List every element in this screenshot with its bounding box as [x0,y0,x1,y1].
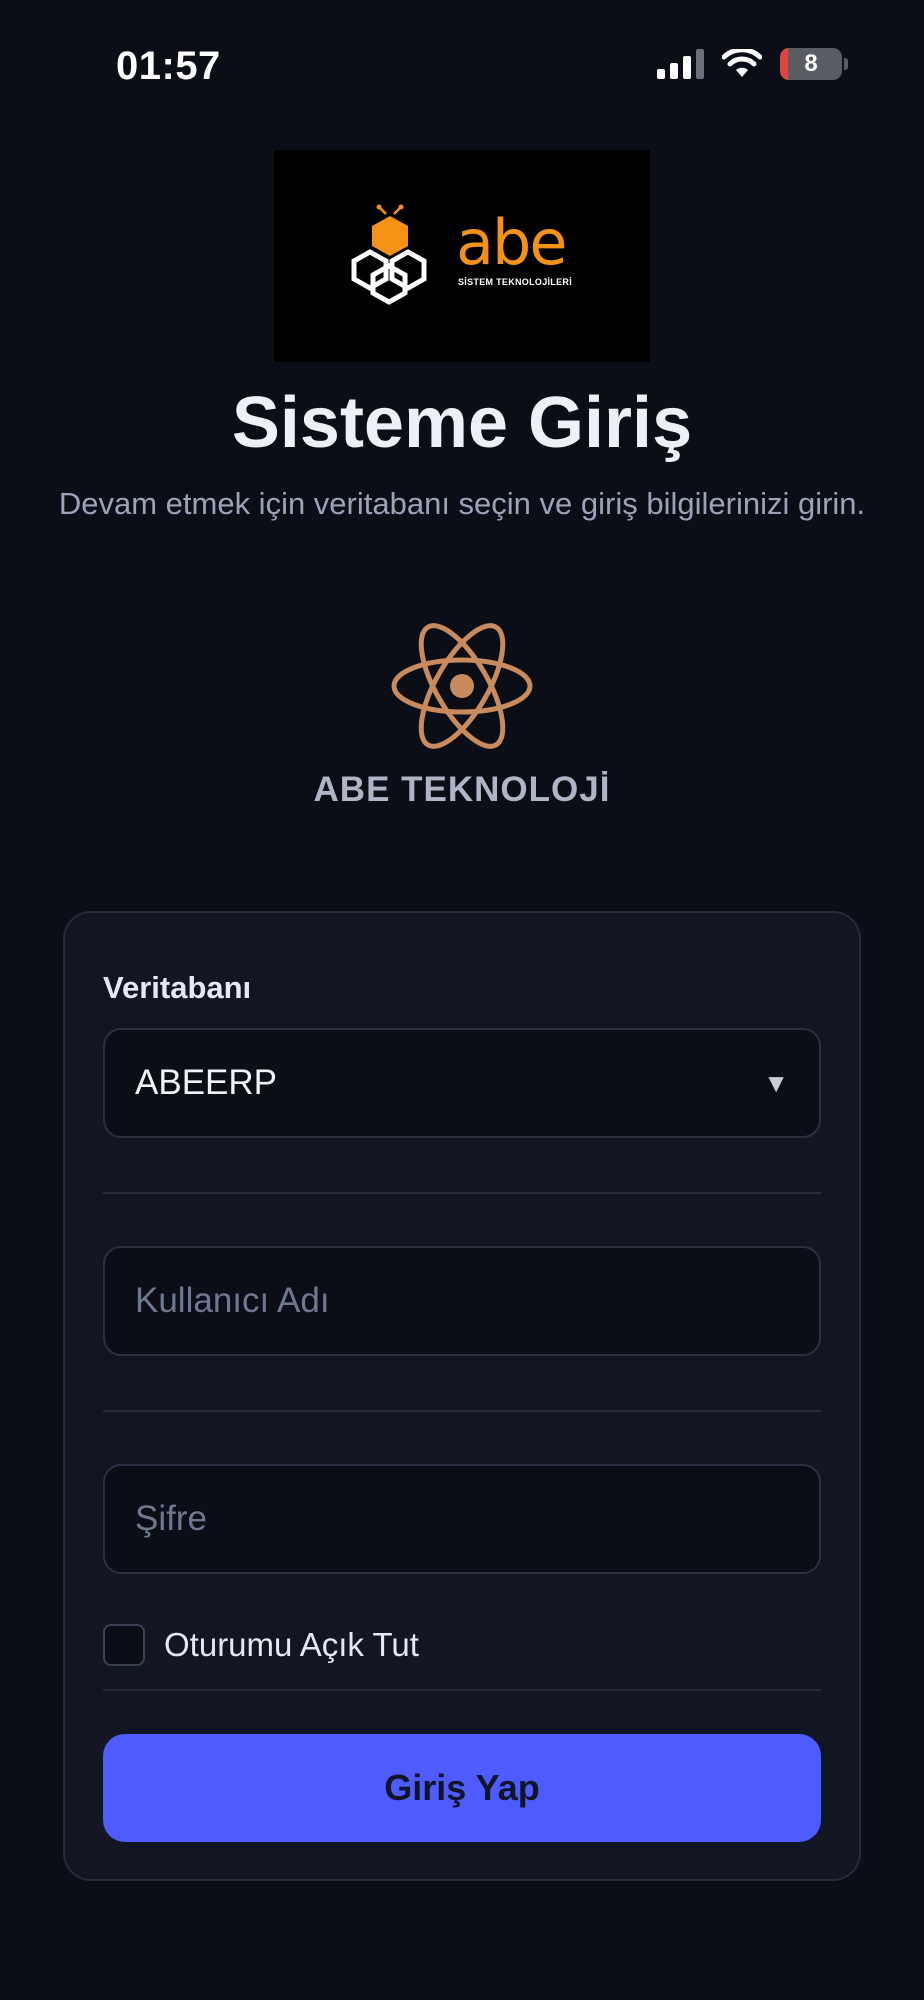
page-title: Sisteme Giriş [231,383,693,463]
remember-me-checkbox[interactable] [103,1624,145,1666]
brand-name: ABE TEKNOLOJİ [313,770,611,809]
status-time: 01:57 [116,44,221,88]
atom-icon [391,623,533,749]
dropdown-arrow-icon: ▼ [763,1067,789,1098]
logo-wordmark: abe [456,206,567,279]
password-input[interactable] [135,1499,795,1539]
login-screen: 01:57 8 abe SİSTEM TEKNOLOJİLERİ Sisteme… [0,0,924,2000]
username-input[interactable] [135,1281,795,1321]
divider [103,1410,821,1412]
wifi-icon [722,49,762,77]
battery-icon: 8 [780,48,842,80]
divider [103,1192,821,1194]
username-field-wrapper [103,1246,821,1356]
status-icons: 8 [657,48,848,80]
page-subtitle: Devam etmek için veritabanı seçin ve gir… [58,486,866,521]
divider [103,1689,821,1691]
logo-subtext: SİSTEM TEKNOLOJİLERİ [458,277,573,287]
remember-me-label[interactable]: Oturumu Açık Tut [164,1626,419,1664]
login-button[interactable]: Giriş Yap [103,1734,821,1842]
database-select[interactable]: ABEERP ▼ [103,1028,821,1138]
database-label: Veritabanı [103,970,252,1005]
signal-icon [657,49,704,79]
password-field-wrapper [103,1464,821,1574]
battery-level: 8 [804,50,818,77]
database-value: ABEERP [135,1063,277,1102]
